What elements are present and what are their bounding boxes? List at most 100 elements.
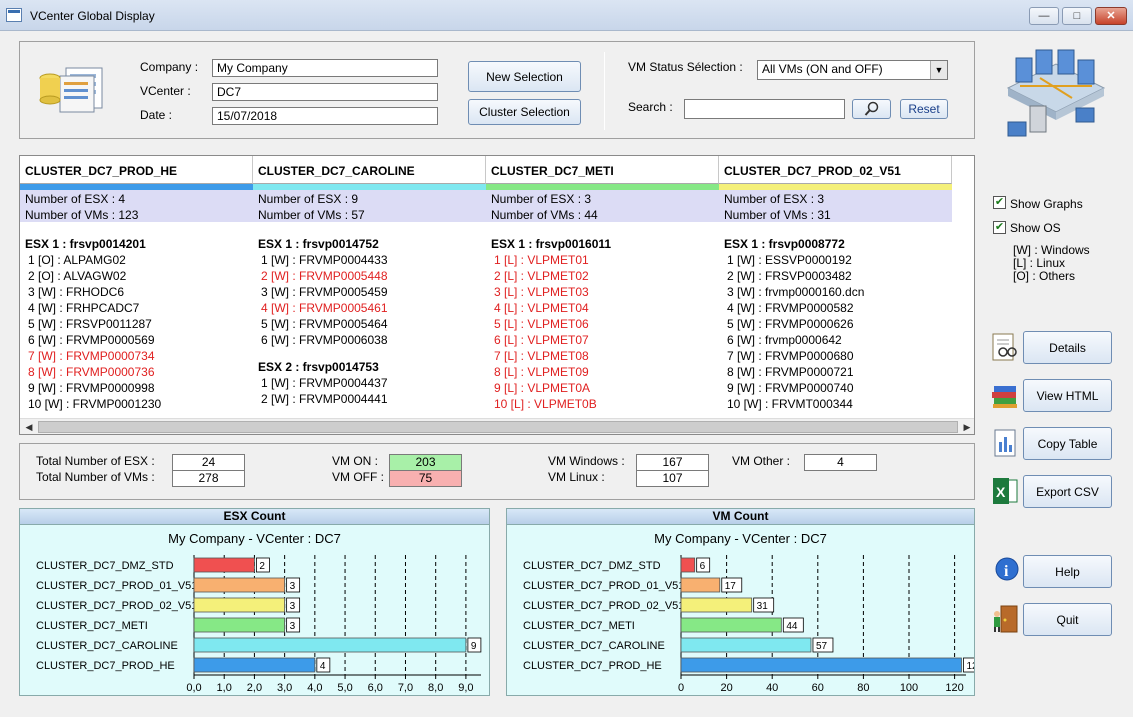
data-label: 57: [816, 641, 828, 652]
vm-list-item[interactable]: 5 [W] : FRVMP0000626: [719, 316, 952, 332]
scroll-right-icon[interactable]: ▶: [959, 419, 974, 434]
vm-list-item[interactable]: 2 [W] : FRVMP0004441: [253, 391, 486, 407]
x-tick-label: 80: [857, 682, 869, 694]
copy-table-button[interactable]: Copy Table: [1023, 427, 1112, 460]
vm-list-item[interactable]: 10 [L] : VLPMET0B: [486, 396, 719, 412]
vm-list-item[interactable]: 4 [W] : FRHPCADC7: [20, 300, 253, 316]
vm-list-item[interactable]: 10 [W] : FRVMT000344: [719, 396, 952, 412]
company-field[interactable]: My Company: [212, 59, 438, 77]
vm-list-item[interactable]: 3 [W] : FRHODC6: [20, 284, 253, 300]
vm-list-item[interactable]: 9 [W] : FRVMP0000998: [20, 380, 253, 396]
details-button[interactable]: Details: [1023, 331, 1112, 364]
vm-list-item[interactable]: 6 [W] : FRVMP0000569: [20, 332, 253, 348]
vm-list-item[interactable]: 7 [W] : FRVMP0000734: [20, 348, 253, 364]
vm-list-item[interactable]: 8 [W] : FRVMP0000736: [20, 364, 253, 380]
cluster-selection-button[interactable]: Cluster Selection: [468, 99, 581, 125]
vm-list-item[interactable]: 3 [L] : VLPMET03: [486, 284, 719, 300]
data-label: 2: [259, 561, 265, 572]
show-graphs-checkbox[interactable]: ✔: [993, 196, 1006, 209]
company-label: Company :: [140, 60, 199, 74]
category-label: CLUSTER_DC7_PROD_02_V51: [36, 600, 197, 612]
vm-list-item[interactable]: 8 [W] : FRVMP0000721: [719, 364, 952, 380]
show-os-checkbox[interactable]: ✔: [993, 221, 1006, 234]
chart-title: My Company - VCenter : DC7: [654, 531, 827, 546]
vm-on-field: 203: [389, 454, 462, 471]
vm-list-item[interactable]: 1 [W] : FRVMP0004437: [253, 375, 486, 391]
scroll-left-icon[interactable]: ◀: [21, 419, 37, 434]
vm-count-chart: My Company - VCenter : DC7 0 20 40 60 80 100 12…: [523, 531, 991, 694]
vm-count-line: Number of VMs : 123: [25, 208, 139, 222]
info-icon: i: [995, 557, 1019, 581]
esx-host-header: ESX 1 : frsvp0014752: [258, 237, 379, 251]
vm-list-item[interactable]: 9 [L] : VLPMET0A: [486, 380, 719, 396]
horizontal-scroll-thumb[interactable]: [38, 421, 958, 433]
vm-list-item[interactable]: 7 [L] : VLPMET08: [486, 348, 719, 364]
vm-list-item[interactable]: 4 [L] : VLPMET04: [486, 300, 719, 316]
vm-list-item[interactable]: 2 [W] : FRSVP0003482: [719, 268, 952, 284]
vcenter-field[interactable]: DC7: [212, 83, 438, 101]
vm-list-item[interactable]: 6 [W] : FRVMP0006038: [253, 332, 486, 348]
vm-list-item[interactable]: 8 [L] : VLPMET09: [486, 364, 719, 380]
vm-list-item[interactable]: 3 [W] : frvmp0000160.dcn: [719, 284, 952, 300]
cluster-column-header[interactable]: CLUSTER_DC7_METI: [486, 156, 719, 184]
new-selection-button[interactable]: New Selection: [468, 61, 581, 92]
vm-list-item[interactable]: 2 [W] : FRVMP0005448: [253, 268, 486, 284]
vm-status-select[interactable]: All VMs (ON and OFF) ▼: [757, 60, 948, 80]
vm-count-line: Number of VMs : 44: [491, 208, 598, 222]
esx-host-header: ESX 1 : frsvp0014201: [25, 237, 146, 251]
data-label: 3: [290, 621, 296, 632]
minimize-button[interactable]: —: [1029, 7, 1059, 25]
vm-list-item[interactable]: 4 [W] : FRVMP0005461: [253, 300, 486, 316]
vm-list-item[interactable]: 1 [O] : ALPAMG02: [20, 252, 253, 268]
help-button[interactable]: Help: [1023, 555, 1112, 588]
vm-list-item[interactable]: 6 [W] : frvmp0000642: [719, 332, 952, 348]
cluster-grid: CLUSTER_DC7_PROD_HE Number of ESX : 4 Numb…: [19, 155, 975, 435]
x-tick-label: 3,0: [277, 682, 292, 694]
cluster-column-header[interactable]: CLUSTER_DC7_PROD_02_V51: [719, 156, 952, 184]
maximize-button[interactable]: □: [1062, 7, 1092, 25]
view-html-button[interactable]: View HTML: [1023, 379, 1112, 412]
vm-list-item[interactable]: 5 [L] : VLPMET06: [486, 316, 719, 332]
quit-button[interactable]: Quit: [1023, 603, 1112, 636]
export-csv-button[interactable]: Export CSV: [1023, 475, 1112, 508]
vm-list-item[interactable]: 5 [W] : FRSVP0011287: [20, 316, 253, 332]
close-button[interactable]: ✕: [1095, 7, 1127, 25]
category-label: CLUSTER_DC7_DMZ_STD: [36, 560, 174, 572]
svg-text:i: i: [1004, 563, 1009, 580]
cluster-column-header[interactable]: CLUSTER_DC7_CAROLINE: [253, 156, 486, 184]
category-label: CLUSTER_DC7_DMZ_STD: [523, 560, 661, 572]
vm-list-item[interactable]: 4 [W] : FRVMP0000582: [719, 300, 952, 316]
vm-list-item[interactable]: 1 [W] : FRVMP0004433: [253, 252, 486, 268]
horizontal-scrollbar[interactable]: ◀ ▶: [20, 418, 974, 434]
data-label: 3: [290, 601, 296, 612]
vm-list-item[interactable]: 9 [W] : FRVMP0000740: [719, 380, 952, 396]
date-field[interactable]: 15/07/2018: [212, 107, 438, 125]
vm-list-item[interactable]: 7 [W] : FRVMP0000680: [719, 348, 952, 364]
chevron-down-icon[interactable]: ▼: [930, 61, 947, 79]
legend-linux: [L] : Linux: [1013, 256, 1066, 270]
search-input[interactable]: [684, 99, 845, 119]
data-label: 4: [320, 661, 326, 672]
reset-button[interactable]: Reset: [900, 99, 948, 119]
esx-host-header: ESX 1 : frsvp0008772: [724, 237, 845, 251]
bar: [680, 577, 721, 593]
vm-list-item[interactable]: 1 [L] : VLPMET01: [486, 252, 719, 268]
esx-count-chart: My Company - VCenter : DC7 0,0 1,0 2,0 3,0 4,…: [36, 531, 482, 694]
vm-list-item[interactable]: 2 [O] : ALVAGW02: [20, 268, 253, 284]
cluster-column: CLUSTER_DC7_PROD_HE Number of ESX : 4 Numb…: [20, 156, 253, 418]
esx-host-header: ESX 1 : frsvp0016011: [491, 237, 612, 251]
bar: [680, 637, 812, 653]
vm-list-item[interactable]: 5 [W] : FRVMP0005464: [253, 316, 486, 332]
vm-list-item[interactable]: 2 [L] : VLPMET02: [486, 268, 719, 284]
bar: [680, 557, 696, 573]
vm-list-item[interactable]: 3 [W] : FRVMP0005459: [253, 284, 486, 300]
vm-list-item[interactable]: 1 [W] : ESSVP0000192: [719, 252, 952, 268]
cluster-column-header[interactable]: CLUSTER_DC7_PROD_HE: [20, 156, 253, 184]
data-label: 9: [471, 641, 477, 652]
vm-list-item[interactable]: 6 [L] : VLPMET07: [486, 332, 719, 348]
bar: [680, 597, 753, 613]
vm-off-label: VM OFF :: [332, 470, 384, 484]
search-button[interactable]: [852, 99, 891, 119]
vm-list-item[interactable]: 10 [W] : FRVMP0001230: [20, 396, 253, 412]
search-icon: [864, 101, 878, 116]
